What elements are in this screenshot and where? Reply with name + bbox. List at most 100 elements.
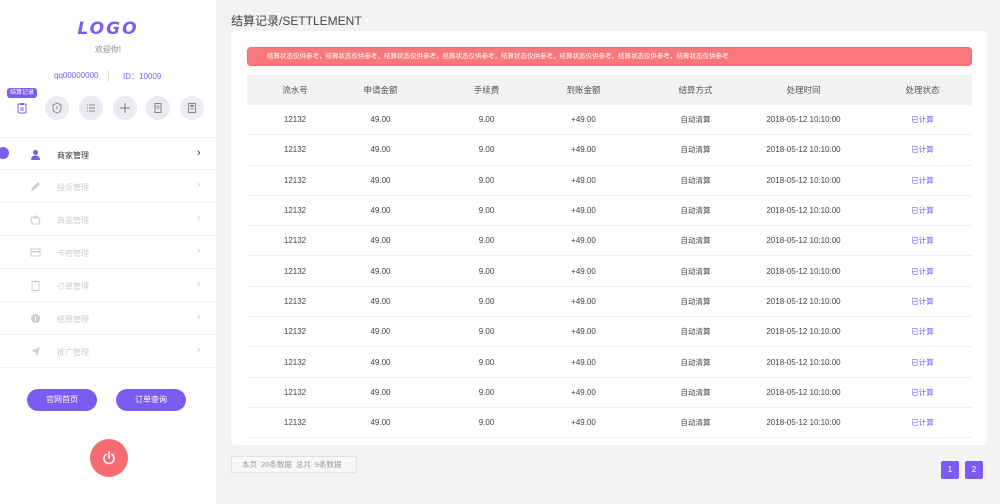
sidebar-item-order[interactable]: 订单管理 ›	[0, 269, 216, 302]
table-row: 12132 49.00 9.00 +49.00 自动清算 2018-05-12 10:10…	[247, 317, 972, 348]
cell-fee: 9.00	[478, 145, 495, 155]
cell-status: 已计算	[911, 266, 934, 276]
cell-fee: 9.00	[478, 387, 495, 397]
table-row: 12132 49.00 9.00 +49.00 自动清算 2018-05-12 10:10…	[247, 196, 972, 227]
chevron-right-icon: ›	[197, 344, 201, 356]
chevron-right-icon: ›	[197, 245, 201, 257]
total-count: 9条数据	[314, 460, 342, 469]
cell-time: 2018-05-12 10:10:00	[766, 266, 841, 276]
page-label: 本页	[242, 460, 257, 469]
col-fee: 手续费	[473, 85, 500, 95]
cell-received: +49.00	[571, 327, 596, 337]
home-button[interactable]: 官网首页	[27, 389, 97, 411]
cell-apply-amount: 49.00	[370, 387, 391, 397]
sidebar-item-product[interactable]: 商品管理 ›	[0, 203, 216, 236]
cell-apply-amount: 49.00	[370, 206, 391, 216]
cell-serial: 12132	[283, 115, 307, 125]
cell-received: +49.00	[571, 387, 596, 397]
cell-fee: 9.00	[478, 327, 495, 337]
cell-fee: 9.00	[478, 296, 495, 306]
calculator-icon[interactable]	[180, 96, 204, 120]
col-time: 处理时间	[786, 85, 821, 95]
table-body: 12132 49.00 9.00 +49.00 自动清算 2018-05-12 10:10…	[247, 105, 972, 439]
cell-status: 已计算	[911, 206, 934, 216]
table-row: 12132 49.00 9.00 +49.00 自动清算 2018-05-12 10:10…	[247, 135, 972, 166]
send-icon	[31, 347, 40, 356]
cell-status: 已计算	[911, 115, 934, 125]
cell-received: +49.00	[571, 236, 596, 246]
cell-received: +49.00	[571, 357, 596, 367]
cell-status: 已计算	[911, 296, 934, 306]
cell-serial: 12132	[283, 387, 307, 397]
cell-method: 自动清算	[680, 327, 711, 337]
cell-method: 自动清算	[680, 145, 711, 155]
page-title: 结算记录/SETTLEMENT	[231, 14, 362, 28]
user-icon	[31, 150, 40, 160]
chevron-right-icon: ›	[197, 311, 201, 323]
sidebar-item-label: 商品管理	[57, 216, 89, 225]
table-header: 流水号 申请金额 手续费 到账金额 结算方式 处理时间 处理状态	[247, 75, 972, 105]
chevron-right-icon: ›	[197, 212, 201, 224]
sidebar: LOGO 欢迎你! qq00000000 ID：10009 结算记录 商家管理 …	[0, 0, 216, 504]
cell-serial: 12132	[283, 266, 307, 276]
sidebar-item-card[interactable]: 卡密管理 ›	[0, 236, 216, 269]
cell-fee: 9.00	[478, 206, 495, 216]
col-serial: 流水号	[282, 85, 308, 95]
cell-received: +49.00	[571, 206, 596, 216]
cell-apply-amount: 49.00	[370, 327, 391, 337]
list-icon[interactable]	[79, 96, 103, 120]
cell-time: 2018-05-12 10:10:00	[766, 175, 841, 185]
cell-serial: 12132	[283, 357, 307, 367]
cell-apply-amount: 49.00	[370, 266, 391, 276]
pencil-icon	[31, 182, 40, 191]
cell-fee: 9.00	[478, 115, 495, 125]
sidebar-item-merchant[interactable]: 商家管理 ›	[0, 137, 216, 170]
cell-status: 已计算	[911, 387, 934, 397]
plus-icon[interactable]	[113, 96, 137, 120]
sidebar-item-promotion[interactable]: 推广管理 ›	[0, 335, 216, 368]
cell-fee: 9.00	[478, 236, 495, 246]
order-query-button[interactable]: 订单查询	[116, 389, 186, 411]
sidebar-item-label: 投诉管理	[57, 183, 89, 192]
cell-time: 2018-05-12 10:10:00	[766, 418, 841, 428]
logo: LOGO	[77, 19, 139, 39]
cell-time: 2018-05-12 10:10:00	[766, 296, 841, 306]
cell-received: +49.00	[571, 115, 596, 125]
sidebar-item-settlement[interactable]: 结算管理 ›	[0, 302, 216, 335]
cell-serial: 12132	[283, 296, 307, 306]
sidebar-item-label: 订单管理	[57, 282, 89, 291]
cell-time: 2018-05-12 10:10:00	[766, 115, 841, 125]
cell-status: 已计算	[911, 327, 934, 337]
col-method: 结算方式	[678, 85, 713, 95]
cell-apply-amount: 49.00	[370, 236, 391, 246]
page-info: 本页 20条数据 总共 9条数据	[231, 456, 357, 473]
power-button[interactable]	[90, 439, 128, 477]
table-row: 12132 49.00 9.00 +49.00 自动清算 2018-05-12 10:10…	[247, 226, 972, 257]
page-button-1[interactable]: 1	[941, 461, 959, 479]
notice-banner: 结算状态仅供参考，结算状态仅供参考，结算状态仅供参考，结算状态仅供参考，结算状态…	[247, 47, 972, 66]
cell-method: 自动清算	[680, 357, 711, 367]
cell-method: 自动清算	[680, 115, 711, 125]
cell-status: 已计算	[911, 145, 934, 155]
settlement-table: 流水号 申请金额 手续费 到账金额 结算方式 处理时间 处理状态 12132 49…	[247, 75, 972, 439]
cell-time: 2018-05-12 10:10:00	[766, 327, 841, 337]
sidebar-item-label: 商家管理	[57, 151, 89, 160]
chevron-right-icon: ›	[197, 179, 201, 191]
table-row: 12132 49.00 9.00 +49.00 自动清算 2018-05-12 10:10…	[247, 347, 972, 378]
cell-status: 已计算	[911, 357, 934, 367]
welcome-text: 欢迎你!	[94, 45, 122, 54]
cell-received: +49.00	[571, 145, 596, 155]
sidebar-item-complaint[interactable]: 投诉管理 ›	[0, 170, 216, 203]
cell-method: 自动清算	[680, 296, 711, 306]
shield-icon[interactable]	[45, 96, 69, 120]
cell-received: +49.00	[571, 266, 596, 276]
sidebar-menu: 商家管理 › 投诉管理 › 商品管理 › 卡密管理 › 订单管理 › 结算管理 …	[0, 137, 216, 368]
clipboard-icon[interactable]	[10, 96, 34, 120]
settlement-card: 结算状态仅供参考，结算状态仅供参考，结算状态仅供参考，结算状态仅供参考，结算状态…	[231, 31, 987, 445]
cell-time: 2018-05-12 10:10:00	[766, 236, 841, 246]
sidebar-item-label: 结算管理	[57, 315, 89, 324]
page-button-2[interactable]: 2	[965, 461, 983, 479]
cell-status: 已计算	[911, 418, 934, 428]
document-icon[interactable]	[146, 96, 170, 120]
cell-time: 2018-05-12 10:10:00	[766, 357, 841, 367]
